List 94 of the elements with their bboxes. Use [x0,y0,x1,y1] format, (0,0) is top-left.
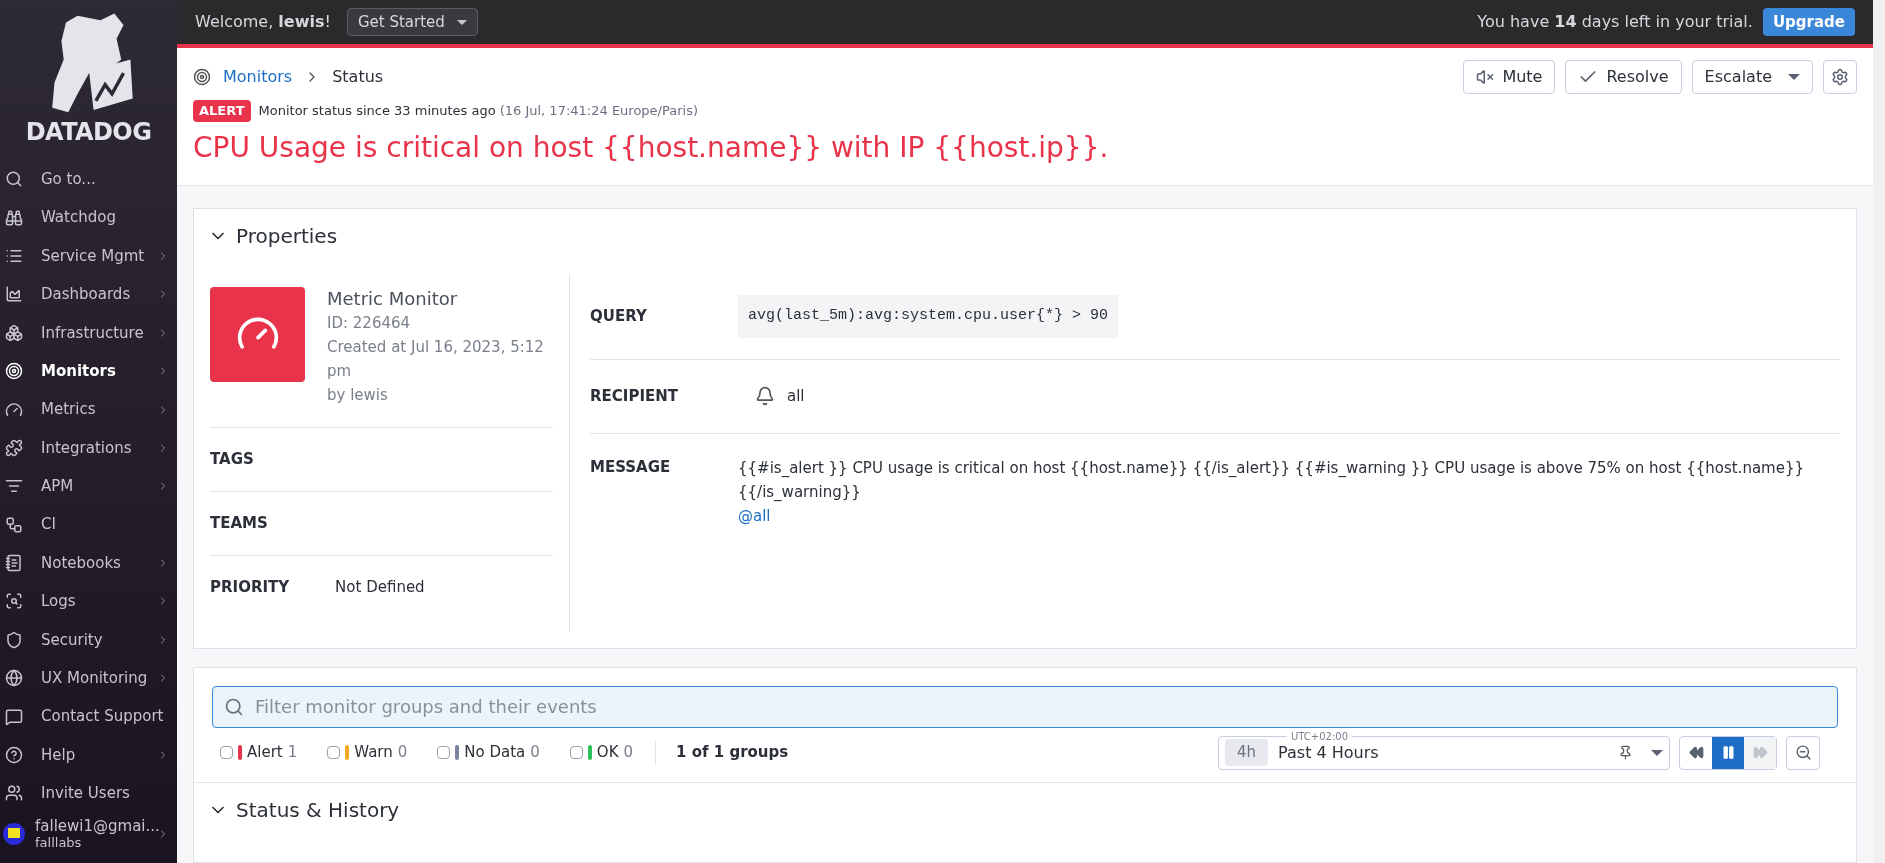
teams-label: TEAMS [210,512,268,534]
nav-item[interactable]: Infrastructure [0,313,177,352]
breadcrumb-link[interactable]: Monitors [223,65,293,89]
checkbox[interactable] [569,746,583,759]
avatar-icon [3,823,25,846]
search-icon [5,170,23,189]
nav-item[interactable]: APM [0,467,177,506]
logo-text: DATADOG [25,120,152,144]
nav-item[interactable]: CI [0,505,177,544]
target-icon [5,362,23,381]
globe-icon [5,669,23,688]
nav-item[interactable]: Metrics [0,390,177,429]
hexagons-icon [5,323,23,342]
status-time: (16 Jul, 17:41:24 Europe/Paris) [499,102,698,120]
checkbox[interactable] [327,746,341,759]
org-name: falllabs [35,835,83,852]
pause-button[interactable] [1712,736,1744,769]
monitor-id: ID: 226464 [327,312,412,334]
query-label: QUERY [590,306,648,328]
nav-item[interactable]: Service Mgmt [0,236,177,276]
message-text: {{#is_alert }} CPU usage is critical on host {{host.name}} {{/is_alert}} {{#is_warning }} CPU usage is above 75% on host {{host.name}} {{/is_warning}} @all [738,457,1805,527]
workflow-icon [5,515,23,534]
breadcrumb-current: Status [332,66,384,88]
search-icon [224,696,244,717]
user-menu[interactable]: fallewi1@gmai... falllabs [0,812,177,852]
message-label: MESSAGE [590,456,672,478]
created-by: by lewis [327,384,389,406]
forward-icon [1752,745,1768,760]
pause-icon [1720,745,1736,760]
bell-icon [755,386,775,406]
caret-icon [1651,749,1663,756]
area-chart-icon [5,285,23,304]
escalate-button[interactable]: Escalate [1691,60,1813,94]
caret-icon [1788,74,1800,80]
nav-item[interactable]: Integrations [0,428,177,468]
tags-label: TAGS [210,448,254,470]
status-filter[interactable]: Warn 0 [327,741,408,764]
status-history-header[interactable]: Status & History [194,782,1856,837]
status-text: Monitor status since 33 minutes ago [258,102,496,120]
welcome-text: Welcome, lewis! [195,11,331,33]
resolve-button[interactable]: Resolve [1565,60,1682,94]
trial-text: You have 14 days left in your trial. [1477,11,1753,33]
properties-header[interactable]: Properties [194,208,1856,263]
nav-item[interactable]: Invite Users [0,774,177,813]
monitor-title: CPU Usage is critical on host {{host.name}} with IP {{host.ip}}. [193,129,1110,165]
nav-item[interactable]: UX Monitoring [0,659,177,698]
nav-item[interactable]: Help [0,735,177,775]
status-filter[interactable]: No Data 0 [437,741,540,764]
settings-button[interactable] [1823,60,1857,94]
upgrade-button[interactable]: Upgrade [1762,8,1855,36]
pin-icon [1618,745,1633,760]
caret-icon [456,19,467,25]
users-icon [5,784,23,803]
time-chip: 4h [1225,739,1269,766]
rewind-icon [1688,745,1704,760]
status-filter[interactable]: Alert 1 [220,741,298,764]
chat-icon [5,707,23,726]
nav-item[interactable]: Watchdog [0,198,177,237]
muted-speaker-icon [1476,68,1495,86]
nav-item[interactable]: Logs [0,582,177,621]
status-filter[interactable]: OK 0 [569,741,634,764]
zoom-out-button[interactable] [1786,735,1820,770]
alert-badge: ALERT [193,100,251,122]
recipient-label: RECIPIENT [590,385,679,407]
mute-button[interactable]: Mute [1463,60,1556,94]
priority-label: PRIORITY [210,577,290,599]
get-started-button[interactable]: Get Started [346,8,478,36]
zoom-out-icon [1794,744,1812,761]
nav-item[interactable]: Security [0,620,177,660]
checkbox[interactable] [220,746,233,759]
gauge-icon [5,400,23,419]
nav-item[interactable]: Contact Support [0,697,177,736]
mention-link[interactable]: @all [738,506,771,525]
recipient-value: all [787,385,805,407]
nav-item[interactable]: Go to... [0,160,177,199]
nav-item[interactable]: Notebooks [0,543,177,583]
query-code: avg(last_5m):avg:system.cpu.user{*} > 90 [738,295,1119,338]
time-range: Past 4 Hours [1278,741,1380,764]
nav-item[interactable]: Monitors [0,351,177,391]
nav-item[interactable]: Dashboards [0,275,177,314]
binoculars-icon [5,208,23,227]
filter-field[interactable]: Filter monitor groups and their events [212,685,1838,728]
target-icon [193,68,211,86]
puzzle-icon [5,438,23,457]
priority-value: Not Defined [335,577,425,599]
groups-count: 1 of 1 groups [655,741,789,764]
checkbox[interactable] [437,746,451,759]
monitor-type: Metric Monitor [327,286,459,311]
notebook-icon [5,554,23,573]
help-icon [5,746,23,765]
user-email: fallewi1@gmai... [35,816,157,836]
scan-icon [5,592,23,611]
settings-icon [1831,68,1849,86]
shield-icon [5,630,23,649]
